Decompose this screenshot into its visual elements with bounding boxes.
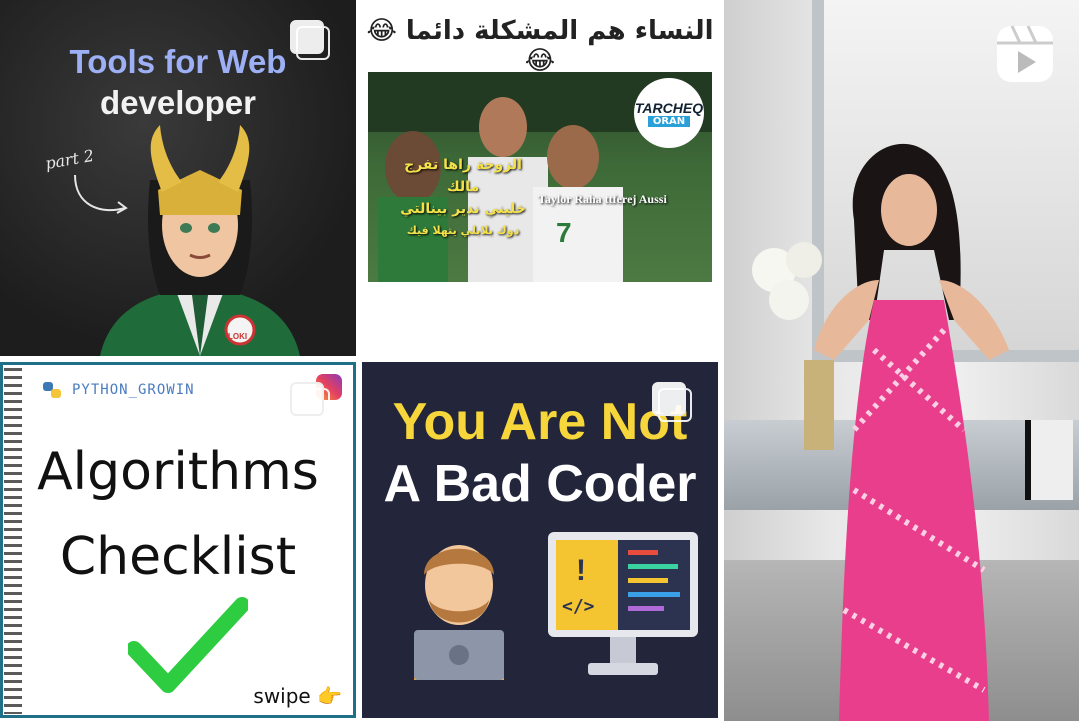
python-logo-icon <box>43 382 61 398</box>
code-monitor-icon: ! </> <box>548 532 698 675</box>
chanel-books <box>1025 420 1073 500</box>
dancing-woman-illustration <box>814 143 1009 721</box>
post-arabic-meme[interactable]: النساء هم المشكلة دائما 😂😂 7 TARCHEQ ORA… <box>362 0 718 356</box>
post-not-a-bad-coder[interactable]: You Are Not A Bad Coder ! </> <box>362 362 718 718</box>
post-algorithms-checklist[interactable]: PYTHON_GROWIN Algorithms Checklist swipe… <box>0 362 356 718</box>
logo-line2: ORAN <box>647 115 691 127</box>
coder-with-laptop-illustration <box>414 545 504 680</box>
python-growin-brand: PYTHON_GROWIN <box>42 382 195 398</box>
arabic-line1: الزوجة راها تفرج مالك <box>404 157 522 195</box>
post-title-part-b: Web <box>217 43 287 80</box>
meme-football-photo: 7 TARCHEQ ORAN الزوجة راها تفرج مالك خلي… <box>368 72 712 282</box>
multi-photo-icon <box>290 20 330 60</box>
profile-post-grid: Tools for Web developer part 2 LOKI النس… <box>0 0 1079 721</box>
arabic-line2: خليني ندير بينالتي <box>400 201 526 217</box>
svg-text:7: 7 <box>556 217 572 248</box>
reel-icon <box>997 25 1053 82</box>
multi-photo-icon <box>652 382 692 422</box>
meme-english-overlay: Taylor Raha ttferej Aussi <box>538 192 667 206</box>
meme-arabic-overlay: الزوجة راها تفرج مالك خليني ندير بينالتي… <box>388 154 538 242</box>
loki-badge-text: LOKI <box>228 332 248 341</box>
coder-title-line2: A Bad Coder <box>383 455 697 513</box>
arabic-line3: دوك بلابلي يتهلا فيك <box>406 224 520 237</box>
post-title-line2: developer <box>100 84 256 121</box>
post-reel-dancing[interactable] <box>724 0 1079 721</box>
checklist-title-line2: Checklist <box>59 527 297 587</box>
brand-label: PYTHON_GROWIN <box>72 382 195 398</box>
post-tools-for-web-developer[interactable]: Tools for Web developer part 2 LOKI <box>0 0 356 356</box>
checklist-title-line1: Algorithms <box>37 442 319 502</box>
multi-photo-icon <box>290 382 330 422</box>
swipe-label: swipe 👉 <box>253 684 342 708</box>
tarcheq-oran-logo: TARCHEQ ORAN <box>634 78 704 148</box>
checkmark-icon <box>128 597 248 693</box>
meme-caption: النساء هم المشكلة دائما 😂😂 <box>366 16 714 76</box>
loki-character-illustration <box>100 125 300 356</box>
svg-text:!: ! <box>576 554 586 587</box>
post-title-part-a: Tools for <box>69 43 218 80</box>
svg-text:</>: </> <box>562 596 595 617</box>
logo-line1: TARCHEQ <box>634 99 704 116</box>
